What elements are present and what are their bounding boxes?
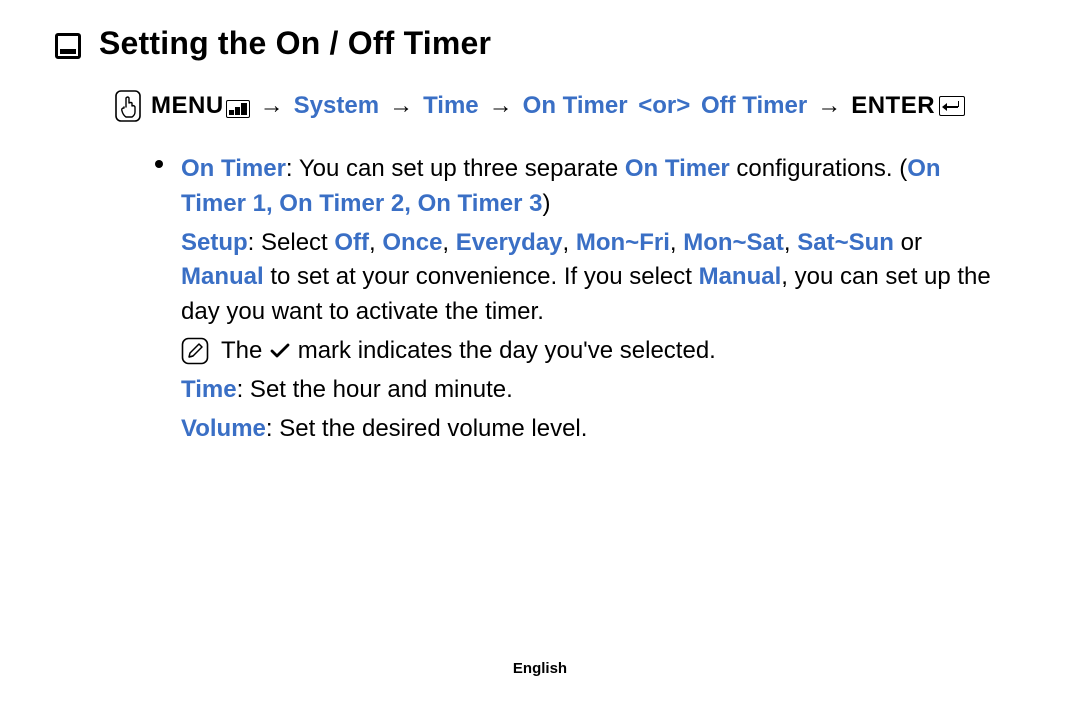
bullet-icon xyxy=(155,160,163,168)
opt-satsun: Sat~Sun xyxy=(797,229,894,256)
arrow-icon: → xyxy=(489,92,513,120)
opt-manual2: Manual xyxy=(699,263,782,290)
on-timer-3-term: On Timer 3 xyxy=(418,190,543,217)
checkmark-icon xyxy=(269,342,291,360)
body-content: On Timer: You can set up three separate … xyxy=(155,148,995,450)
arrow-icon: → xyxy=(260,92,284,120)
on-timer-term: On Timer xyxy=(181,155,286,182)
opt-once: Once xyxy=(382,229,442,256)
nav-time: Time xyxy=(423,92,479,120)
arrow-icon: → xyxy=(389,92,413,120)
setup-paragraph: Setup: Select Off, Once, Everyday, Mon~F… xyxy=(181,226,995,330)
opt-monfri: Mon~Fri xyxy=(576,229,670,256)
nav-off-timer: Off Timer xyxy=(701,92,807,119)
on-timer-term2: On Timer xyxy=(625,155,730,182)
page-title: Setting the On / Off Timer xyxy=(99,25,491,62)
touch-hand-icon xyxy=(115,90,141,122)
nav-enter-label: ENTER xyxy=(851,92,935,119)
note-row: The mark indicates the day you've select… xyxy=(181,334,995,369)
opt-off: Off xyxy=(334,229,369,256)
opt-manual: Manual xyxy=(181,263,264,290)
nav-on-timer: On Timer xyxy=(523,92,628,119)
opt-monsat: Mon~Sat xyxy=(683,229,784,256)
heading-row: Setting the On / Off Timer xyxy=(55,25,1025,62)
setup-term: Setup xyxy=(181,229,248,256)
bullet-text: On Timer: You can set up three separate … xyxy=(181,148,995,450)
on-timer-paragraph: On Timer: You can set up three separate … xyxy=(181,152,995,222)
opt-everyday: Everyday xyxy=(456,229,563,256)
footer-language: English xyxy=(0,660,1080,677)
enter-key-icon xyxy=(939,96,965,116)
bullet-item: On Timer: You can set up three separate … xyxy=(155,148,995,450)
nav-or: <or> xyxy=(638,92,690,119)
note-text: The mark indicates the day you've select… xyxy=(221,334,716,369)
note-pencil-icon xyxy=(181,337,209,365)
time-paragraph: Time: Set the hour and minute. xyxy=(181,373,995,408)
arrow-icon: → xyxy=(817,92,841,120)
navigation-path: MENU → System → Time → On Timer <or> Off… xyxy=(115,90,1025,122)
time-term: Time xyxy=(181,376,237,403)
menu-bars-icon xyxy=(226,100,250,118)
manual-page: Setting the On / Off Timer MENU → System… xyxy=(0,0,1080,705)
section-checkbox-icon xyxy=(55,33,81,59)
nav-system: System xyxy=(294,92,379,120)
on-timer-2-term: On Timer 2 xyxy=(279,190,404,217)
nav-menu-label: MENU xyxy=(151,92,224,119)
volume-term: Volume xyxy=(181,415,266,442)
volume-paragraph: Volume: Set the desired volume level. xyxy=(181,412,995,447)
